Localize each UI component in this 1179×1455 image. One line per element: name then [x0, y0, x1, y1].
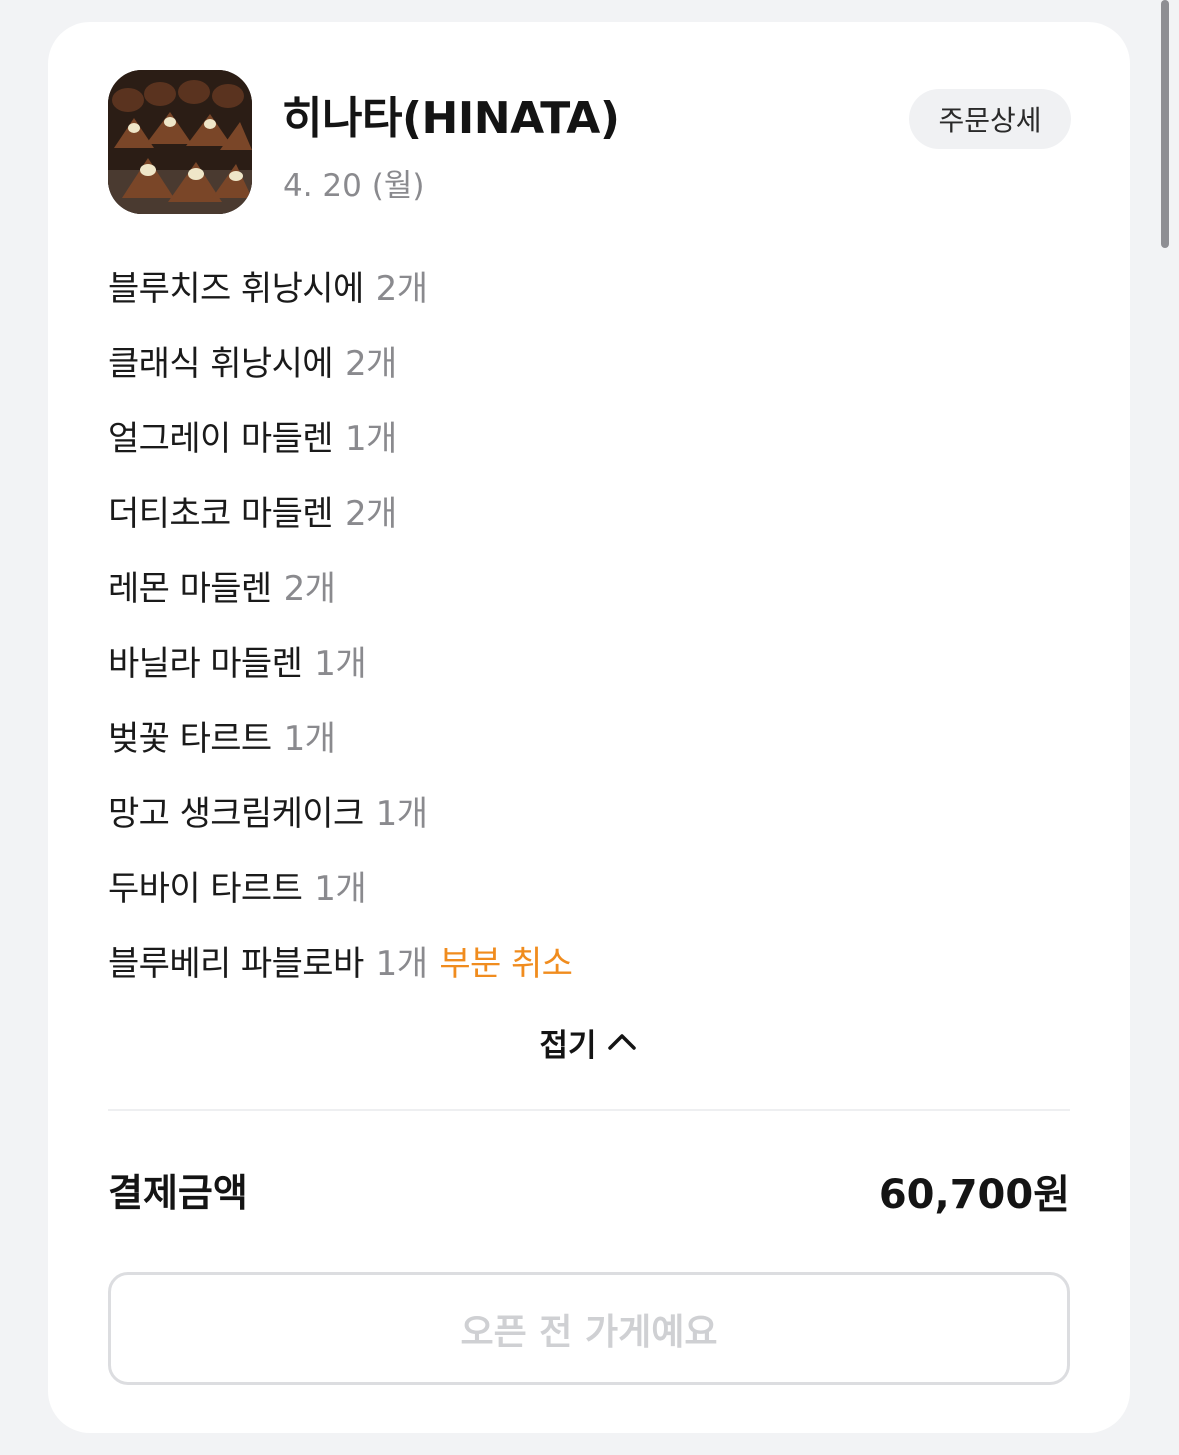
order-item: 벚꽃 타르트 1개 [108, 698, 1068, 773]
item-quantity: 2개 [283, 569, 336, 609]
order-item: 블루치즈 휘낭시에 2개 [108, 248, 1068, 323]
item-name: 얼그레이 마들렌 [108, 419, 334, 459]
collapse-label: 접기 [539, 1027, 597, 1064]
order-item: 얼그레이 마들렌 1개 [108, 398, 1068, 473]
store-thumbnail [108, 70, 252, 214]
item-quantity: 1개 [344, 419, 397, 459]
store-name: 히나타(HINATA) [282, 93, 620, 144]
payment-amount: 60,700원 [878, 1172, 1070, 1218]
item-name: 망고 생크림케이크 [108, 794, 364, 834]
order-card: 히나타(HINATA) 4. 20 (월) 주문상세 블루치즈 휘낭시에 2개 클… [48, 22, 1130, 1433]
order-item: 망고 생크림케이크 1개 [108, 773, 1068, 848]
partial-cancel-badge: 부분 취소 [439, 944, 573, 984]
item-name: 벚꽃 타르트 [108, 719, 272, 759]
collapse-button[interactable]: 접기 [488, 1012, 688, 1072]
order-item: 바닐라 마들렌 1개 [108, 623, 1068, 698]
order-item: 두바이 타르트 1개 [108, 848, 1068, 923]
order-item: 레몬 마들렌 2개 [108, 548, 1068, 623]
payment-label: 결제금액 [108, 1171, 248, 1215]
order-date: 4. 20 (월) [283, 168, 425, 204]
order-item: 더티초코 마들렌 2개 [108, 473, 1068, 548]
item-quantity: 2개 [375, 269, 428, 309]
item-name: 바닐라 마들렌 [108, 644, 303, 684]
item-name: 블루치즈 휘낭시에 [108, 269, 364, 309]
item-name: 더티초코 마들렌 [108, 494, 334, 534]
item-quantity: 1개 [375, 944, 428, 984]
order-item: 클래식 휘낭시에 2개 [108, 323, 1068, 398]
item-name: 두바이 타르트 [108, 869, 303, 909]
order-detail-button[interactable]: 주문상세 [909, 89, 1071, 149]
store-closed-button[interactable]: 오픈 전 가게예요 [108, 1272, 1070, 1385]
item-quantity: 1개 [283, 719, 336, 759]
item-quantity: 1개 [314, 869, 367, 909]
chevron-up-icon [607, 1034, 636, 1050]
item-quantity: 2개 [344, 344, 397, 384]
item-quantity: 1개 [314, 644, 367, 684]
divider [108, 1109, 1070, 1111]
order-item-list: 블루치즈 휘낭시에 2개 클래식 휘낭시에 2개 얼그레이 마들렌 1개 더티초코 마… [108, 248, 1068, 998]
order-item: 블루베리 파블로바 1개 부분 취소 [108, 923, 1068, 998]
item-quantity: 2개 [344, 494, 397, 534]
item-name: 블루베리 파블로바 [108, 944, 364, 984]
item-name: 클래식 휘낭시에 [108, 344, 334, 384]
item-name: 레몬 마들렌 [108, 569, 272, 609]
item-quantity: 1개 [375, 794, 428, 834]
madeleine-photo [108, 70, 252, 214]
page-scrollbar[interactable] [1161, 0, 1169, 248]
